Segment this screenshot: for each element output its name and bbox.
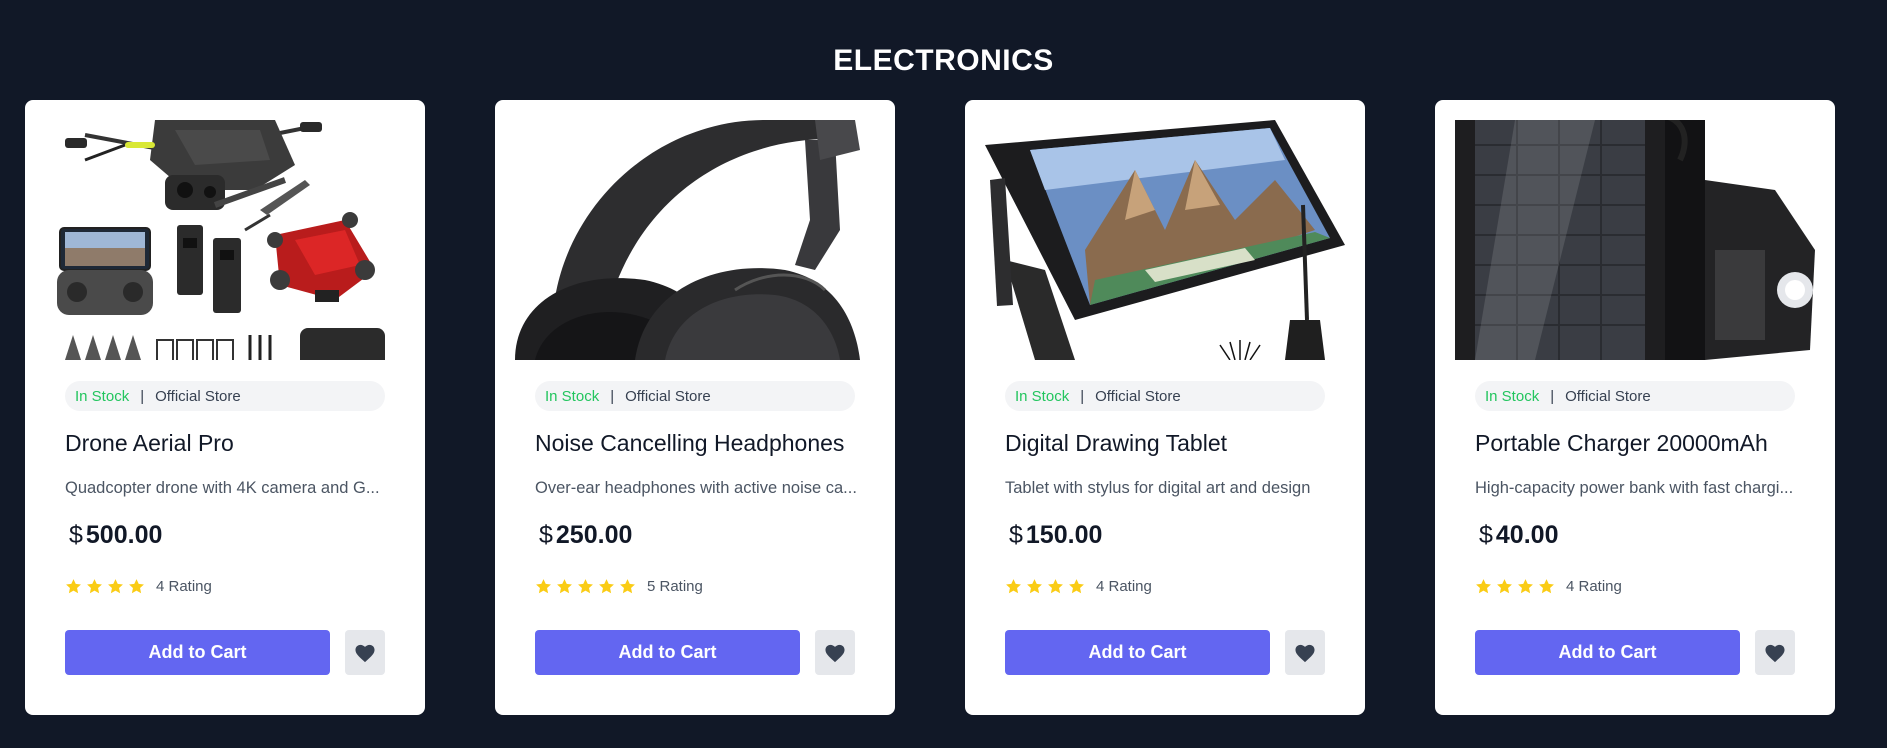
stock-status: In Stock [1015, 387, 1070, 405]
product-grid: In Stock | Official Store Drone Aerial P… [25, 100, 1835, 715]
star-icon [578, 578, 593, 593]
store-label: Official Store [625, 387, 711, 405]
star-icon [129, 578, 144, 593]
drawing-tablet-photo [985, 120, 1345, 360]
stock-badge: In Stock | Official Store [1005, 381, 1325, 411]
store-label: Official Store [1565, 387, 1651, 405]
rating-label: 4 Rating [1566, 577, 1622, 595]
add-to-cart-button[interactable]: Add to Cart [1005, 630, 1270, 675]
star-rating [1475, 578, 1555, 595]
product-image[interactable] [1455, 120, 1815, 360]
product-description: Tablet with stylus for digital art and d… [1005, 479, 1311, 497]
product-rating: 4 Rating [1475, 574, 1622, 598]
stock-status: In Stock [1485, 387, 1540, 405]
star-icon [1006, 578, 1021, 593]
star-icon [557, 578, 572, 593]
star-icon [1476, 578, 1491, 593]
wishlist-button[interactable] [815, 630, 855, 675]
add-to-cart-button[interactable]: Add to Cart [535, 630, 800, 675]
solar-charger-photo [1455, 120, 1815, 360]
star-rating [65, 578, 145, 595]
wishlist-button[interactable] [1755, 630, 1795, 675]
product-description: Quadcopter drone with 4K camera and G... [65, 479, 380, 497]
stock-badge: In Stock | Official Store [1475, 381, 1795, 411]
star-icon [1027, 578, 1042, 593]
product-card: In Stock | Official Store Noise Cancelli… [495, 100, 895, 715]
badge-separator: | [1080, 387, 1085, 405]
star-rating [535, 578, 636, 595]
product-price: $ 500.00 [69, 518, 162, 552]
price-amount: 500.00 [85, 521, 163, 549]
currency-symbol: $ [1009, 521, 1023, 549]
badge-separator: | [140, 387, 145, 405]
star-icon [108, 578, 123, 593]
star-icon [599, 578, 614, 593]
price-amount: 250.00 [555, 521, 633, 549]
currency-symbol: $ [1479, 521, 1493, 549]
product-price: $ 40.00 [1479, 518, 1558, 552]
star-icon [66, 578, 81, 593]
heart-icon [355, 644, 375, 662]
product-card: In Stock | Official Store Drone Aerial P… [25, 100, 425, 715]
currency-symbol: $ [69, 521, 83, 549]
rating-label: 4 Rating [156, 577, 212, 595]
product-rating: 4 Rating [65, 574, 212, 598]
badge-separator: | [610, 387, 615, 405]
product-image[interactable] [985, 120, 1345, 360]
product-image[interactable] [515, 120, 875, 360]
star-icon [1539, 578, 1554, 593]
price-amount: 150.00 [1025, 521, 1103, 549]
store-label: Official Store [155, 387, 241, 405]
heart-icon [1765, 644, 1785, 662]
heart-icon [825, 644, 845, 662]
wishlist-button[interactable] [345, 630, 385, 675]
star-icon [536, 578, 551, 593]
product-description: Over-ear headphones with active noise ca… [535, 479, 857, 497]
product-image[interactable] [45, 120, 405, 360]
product-price: $ 250.00 [539, 518, 632, 552]
star-rating [1005, 578, 1085, 595]
stock-badge: In Stock | Official Store [65, 381, 385, 411]
wishlist-button[interactable] [1285, 630, 1325, 675]
star-icon [1497, 578, 1512, 593]
add-to-cart-button[interactable]: Add to Cart [65, 630, 330, 675]
product-rating: 5 Rating [535, 574, 703, 598]
product-description: High-capacity power bank with fast charg… [1475, 479, 1794, 497]
product-card: In Stock | Official Store Portable Charg… [1435, 100, 1835, 715]
star-icon [620, 578, 635, 593]
product-name[interactable]: Portable Charger 20000mAh [1475, 428, 1768, 458]
product-name[interactable]: Drone Aerial Pro [65, 428, 234, 458]
stock-badge: In Stock | Official Store [535, 381, 855, 411]
price-amount: 40.00 [1495, 521, 1559, 549]
store-label: Official Store [1095, 387, 1181, 405]
heart-icon [1295, 644, 1315, 662]
star-icon [87, 578, 102, 593]
section-title: ELECTRONICS [833, 44, 1054, 77]
stock-status: In Stock [545, 387, 600, 405]
product-price: $ 150.00 [1009, 518, 1102, 552]
star-icon [1069, 578, 1084, 593]
drone-photo [45, 120, 405, 360]
product-card: In Stock | Official Store Digital Drawin… [965, 100, 1365, 715]
product-name[interactable]: Digital Drawing Tablet [1005, 428, 1227, 458]
star-icon [1048, 578, 1063, 593]
product-rating: 4 Rating [1005, 574, 1152, 598]
add-to-cart-button[interactable]: Add to Cart [1475, 630, 1740, 675]
product-name[interactable]: Noise Cancelling Headphones [535, 428, 844, 458]
currency-symbol: $ [539, 521, 553, 549]
headphones-photo [515, 120, 875, 360]
rating-label: 4 Rating [1096, 577, 1152, 595]
badge-separator: | [1550, 387, 1555, 405]
rating-label: 5 Rating [647, 577, 703, 595]
star-icon [1518, 578, 1533, 593]
stock-status: In Stock [75, 387, 130, 405]
